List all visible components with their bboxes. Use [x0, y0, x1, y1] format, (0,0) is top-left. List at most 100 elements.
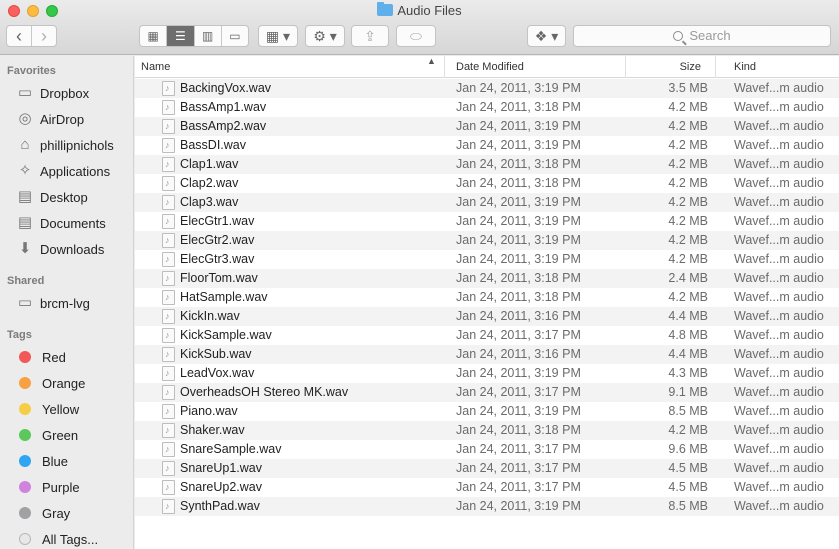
column-view-button[interactable]: ▥: [195, 26, 222, 46]
file-row[interactable]: HatSample.wav Jan 24, 2011, 3:18 PM 4.2 MB…: [135, 288, 839, 307]
file-row[interactable]: KickIn.wav Jan 24, 2011, 3:16 PM 4.4 MB Wav…: [135, 307, 839, 326]
tag-dot-icon: [19, 507, 31, 519]
tag-dot-icon: [19, 455, 31, 467]
file-row[interactable]: Piano.wav Jan 24, 2011, 3:19 PM 8.5 MB Wave…: [135, 402, 839, 421]
file-row[interactable]: SnareUp1.wav Jan 24, 2011, 3:17 PM 4.5 MB W…: [135, 459, 839, 478]
sidebar-item-applications[interactable]: ✧ Applications: [16, 161, 110, 181]
action-menu-button[interactable]: ⚙ ▾: [305, 25, 345, 47]
search-field[interactable]: Search: [573, 25, 831, 47]
back-button[interactable]: ‹: [7, 26, 32, 46]
sort-ascending-icon: ▲: [427, 56, 436, 66]
sidebar-item-dropbox[interactable]: ▭ Dropbox: [16, 83, 89, 103]
file-row[interactable]: LeadVox.wav Jan 24, 2011, 3:19 PM 4.3 MB Wa…: [135, 364, 839, 383]
file-row[interactable]: ElecGtr1.wav Jan 24, 2011, 3:19 PM 4.2 MB W…: [135, 212, 839, 231]
edit-tags-button[interactable]: ⬭: [396, 25, 436, 47]
column-header-size[interactable]: Size: [626, 56, 716, 78]
sidebar-tag-purple[interactable]: Purple: [16, 477, 80, 497]
sidebar-item-downloads[interactable]: ⬇ Downloads: [16, 239, 105, 259]
file-size: 4.2 MB: [668, 423, 708, 437]
audio-file-icon: [162, 290, 175, 305]
file-name: BassDI.wav: [180, 138, 246, 152]
tag-dot-icon: [19, 377, 31, 389]
file-row[interactable]: BassAmp2.wav Jan 24, 2011, 3:19 PM 4.2 MB W…: [135, 117, 839, 136]
audio-file-icon: [162, 214, 175, 229]
file-kind: Wavef...m audio: [734, 195, 824, 209]
sidebar-item-label: Green: [42, 427, 79, 443]
documents-icon: ▤: [17, 214, 33, 231]
column-header-date[interactable]: Date Modified: [450, 56, 626, 78]
file-row[interactable]: FloorTom.wav Jan 24, 2011, 3:18 PM 2.4 MB W…: [135, 269, 839, 288]
file-size: 4.2 MB: [668, 214, 708, 228]
column-header-kind[interactable]: Kind: [728, 56, 839, 78]
file-date-modified: Jan 24, 2011, 3:17 PM: [456, 385, 581, 399]
home-icon: ⌂: [20, 136, 30, 153]
file-row[interactable]: KickSample.wav Jan 24, 2011, 3:17 PM 4.8 M…: [135, 326, 839, 345]
audio-file-icon: [162, 404, 175, 419]
sidebar-tag-gray[interactable]: Gray: [16, 503, 70, 523]
sidebar-item-airdrop[interactable]: ◎ AirDrop: [16, 109, 84, 129]
file-date-modified: Jan 24, 2011, 3:19 PM: [456, 138, 581, 152]
file-row[interactable]: SnareUp2.wav Jan 24, 2011, 3:17 PM 4.5 MB W…: [135, 478, 839, 497]
file-date-modified: Jan 24, 2011, 3:17 PM: [456, 461, 581, 475]
file-row[interactable]: Clap3.wav Jan 24, 2011, 3:19 PM 4.2 MB Wave…: [135, 193, 839, 212]
search-icon: [673, 31, 684, 41]
file-size: 4.5 MB: [668, 461, 708, 475]
file-kind: Wavef...m audio: [734, 385, 824, 399]
sidebar-item-label: AirDrop: [40, 111, 85, 127]
arrange-menu-button[interactable]: ▦ ▾: [258, 25, 298, 47]
file-date-modified: Jan 24, 2011, 3:18 PM: [456, 176, 581, 190]
file-size: 4.2 MB: [668, 157, 708, 171]
file-name: BassAmp1.wav: [180, 100, 267, 114]
file-date-modified: Jan 24, 2011, 3:18 PM: [456, 423, 581, 437]
file-date-modified: Jan 24, 2011, 3:18 PM: [456, 271, 581, 285]
forward-button[interactable]: ›: [32, 26, 56, 46]
file-date-modified: Jan 24, 2011, 3:19 PM: [456, 214, 581, 228]
file-date-modified: Jan 24, 2011, 3:19 PM: [456, 81, 581, 95]
computer-icon: ▭: [17, 294, 33, 311]
file-row[interactable]: OverheadsOH Stereo MK.wav Jan 24, 2011, 3…: [135, 383, 839, 402]
airdrop-icon: ◎: [18, 110, 32, 127]
file-name: ElecGtr3.wav: [180, 252, 255, 266]
tag-dot-icon: [19, 533, 31, 545]
sidebar-item-home[interactable]: ⌂ phillipnichols: [16, 135, 114, 155]
file-row[interactable]: ElecGtr3.wav Jan 24, 2011, 3:19 PM 4.2 MB W…: [135, 250, 839, 269]
downloads-icon: ⬇: [18, 240, 32, 257]
file-row[interactable]: SnareSample.wav Jan 24, 2011, 3:17 PM 9.6 …: [135, 440, 839, 459]
audio-file-icon: [162, 138, 175, 153]
file-name: FloorTom.wav: [180, 271, 258, 285]
file-row[interactable]: KickSub.wav Jan 24, 2011, 3:16 PM 4.4 MB Wa…: [135, 345, 839, 364]
file-name: BassAmp2.wav: [180, 119, 267, 133]
file-name: SnareUp1.wav: [180, 461, 262, 475]
file-row[interactable]: Clap1.wav Jan 24, 2011, 3:18 PM 4.2 MB Wave…: [135, 155, 839, 174]
audio-file-icon: [162, 347, 175, 362]
file-row[interactable]: Clap2.wav Jan 24, 2011, 3:18 PM 4.2 MB Wave…: [135, 174, 839, 193]
sidebar-tag-red[interactable]: Red: [16, 347, 66, 367]
sidebar-item-desktop[interactable]: ▤ Desktop: [16, 187, 88, 207]
sidebar-tag-all-tags[interactable]: All Tags...: [16, 529, 98, 549]
file-row[interactable]: Shaker.wav Jan 24, 2011, 3:18 PM 4.2 MB Wav…: [135, 421, 839, 440]
sidebar-item-brcm-lvg[interactable]: ▭ brcm-lvg: [16, 293, 90, 313]
sidebar-tag-green[interactable]: Green: [16, 425, 78, 445]
file-row[interactable]: BassAmp1.wav Jan 24, 2011, 3:18 PM 4.2 MB W…: [135, 98, 839, 117]
icon-view-button[interactable]: ▦: [140, 26, 168, 46]
file-kind: Wavef...m audio: [734, 461, 824, 475]
file-row[interactable]: SynthPad.wav Jan 24, 2011, 3:19 PM 8.5 MB W…: [135, 497, 839, 516]
file-size: 9.6 MB: [668, 442, 708, 456]
share-icon: ⇪: [364, 28, 376, 44]
sidebar-item-documents[interactable]: ▤ Documents: [16, 213, 106, 233]
file-row[interactable]: BackingVox.wav Jan 24, 2011, 3:19 PM 3.5 M…: [135, 79, 839, 98]
list-view-button[interactable]: ☰: [167, 26, 195, 46]
file-row[interactable]: ElecGtr2.wav Jan 24, 2011, 3:19 PM 4.2 MB W…: [135, 231, 839, 250]
file-kind: Wavef...m audio: [734, 423, 824, 437]
file-row[interactable]: BassDI.wav Jan 24, 2011, 3:19 PM 4.2 MB Wav…: [135, 136, 839, 155]
sidebar-tag-yellow[interactable]: Yellow: [16, 399, 79, 419]
sidebar-tag-blue[interactable]: Blue: [16, 451, 68, 471]
sidebar-item-label: phillipnichols: [40, 137, 114, 153]
audio-file-icon: [162, 385, 175, 400]
column-header-name[interactable]: Name: [135, 56, 445, 78]
share-button[interactable]: ⇪: [351, 25, 389, 47]
dropbox-menu-button[interactable]: ❖ ▾: [527, 25, 566, 47]
cover-flow-view-button[interactable]: ▭: [222, 26, 248, 46]
sidebar-tag-orange[interactable]: Orange: [16, 373, 85, 393]
audio-file-icon: [162, 499, 175, 514]
